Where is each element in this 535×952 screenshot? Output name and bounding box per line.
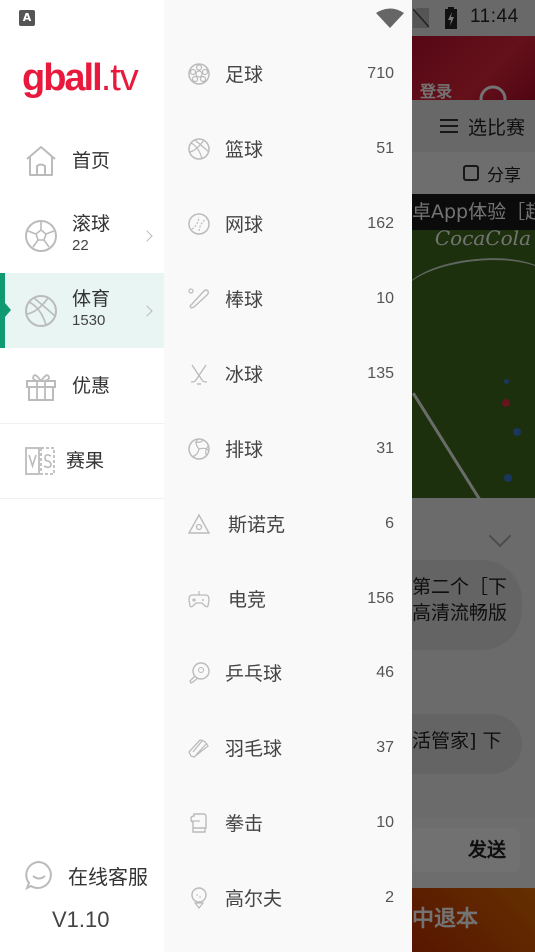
- sport-count: 10: [376, 289, 394, 307]
- tennis-icon: [188, 212, 210, 235]
- sport-item-golf[interactable]: 高尔夫 2: [164, 860, 412, 935]
- status-bar: A 11:44: [0, 0, 535, 36]
- nav-label: 赛果: [66, 449, 105, 472]
- sport-item-tennis[interactable]: 网球 162: [164, 186, 412, 261]
- basketball-icon: [188, 137, 210, 160]
- basketball-icon: [25, 294, 57, 327]
- customer-service-label: 在线客服: [68, 864, 148, 889]
- soccer-icon: [188, 62, 210, 85]
- sports-list-panel: 足球 710 篮球 51 网球 162 棒球 10 冰球 135 排球 31 斯…: [164, 0, 412, 952]
- sport-item-soccer[interactable]: 足球 710: [164, 36, 412, 111]
- sport-label: 篮球: [225, 139, 264, 161]
- nav-label: 体育: [72, 288, 111, 310]
- nav-label: 优惠: [72, 374, 111, 397]
- sport-label: 足球: [225, 64, 264, 86]
- divider: [0, 498, 164, 499]
- sport-label: 棒球: [225, 289, 264, 311]
- sport-label: 高尔夫: [225, 888, 283, 910]
- sport-label: 羽毛球: [225, 738, 283, 760]
- sport-count: 46: [376, 663, 394, 681]
- baseball-bat-icon: [188, 287, 209, 309]
- sport-label: 冰球: [225, 364, 264, 386]
- sport-count: 31: [376, 439, 394, 457]
- sport-item-ice-hockey[interactable]: 冰球 135: [164, 336, 412, 411]
- nav-label: 首页: [72, 149, 111, 172]
- sport-label: 斯诺克: [228, 514, 286, 536]
- sport-label: 拳击: [225, 813, 264, 835]
- boxing-glove-icon: [190, 812, 207, 833]
- sport-count: 710: [367, 64, 394, 82]
- nav-item-home[interactable]: 首页: [0, 123, 164, 198]
- chevron-right-icon: [141, 229, 153, 242]
- nav-count: 1530: [72, 312, 106, 329]
- sport-count: 135: [367, 364, 394, 382]
- hockey-sticks-icon: [190, 364, 208, 385]
- nav-item-results[interactable]: 赛果: [0, 423, 164, 498]
- chevron-right-icon: [141, 304, 153, 317]
- volleyball-icon: [188, 437, 210, 460]
- sport-item-boxing[interactable]: 拳击 10: [164, 785, 412, 860]
- background-app: 登录 注册 选比赛 分享 卓App体验［超 CocaCola 第二个［下 高清流…: [412, 0, 535, 952]
- sport-item-esports[interactable]: 电竞 156: [164, 561, 412, 636]
- logo-text: gball: [22, 57, 103, 99]
- sport-count: 2: [385, 888, 394, 906]
- nav-count: 22: [72, 237, 89, 254]
- vs-icon: [25, 446, 55, 475]
- sport-item-table-tennis[interactable]: 乒乓球 46: [164, 635, 412, 710]
- sport-item-basketball[interactable]: 篮球 51: [164, 111, 412, 186]
- scrim-overlay[interactable]: [412, 0, 535, 952]
- ping-pong-paddle-icon: [189, 661, 210, 684]
- sport-label: 网球: [225, 214, 264, 236]
- soccer-ball-icon: [25, 219, 57, 252]
- sport-count: 6: [385, 514, 394, 532]
- shuttlecock-icon: [188, 738, 209, 758]
- gamepad-icon: [188, 590, 210, 607]
- nav-item-promotions[interactable]: 优惠: [0, 348, 164, 423]
- no-sim-icon: [413, 8, 429, 28]
- nav-item-sports[interactable]: 体育 1530: [0, 273, 164, 348]
- sport-label: 排球: [225, 439, 264, 461]
- battery-charging-icon: [445, 7, 457, 29]
- gift-icon: [26, 373, 56, 401]
- sport-item-snooker[interactable]: 斯诺克 6: [164, 486, 412, 561]
- logo-suffix: .tv: [100, 57, 139, 99]
- nav-item-in-play[interactable]: 滚球 22: [0, 198, 164, 273]
- nav-label: 滚球: [72, 213, 111, 235]
- snooker-triangle-icon: [188, 513, 210, 534]
- sport-count: 37: [376, 738, 394, 756]
- left-nav-drawer: gball.tv 首页 滚球 22 体育 1530 优惠 赛果 在线客服 V1.…: [0, 0, 164, 952]
- sport-count: 156: [367, 589, 394, 607]
- sport-label: 乒乓球: [225, 663, 283, 685]
- gball-logo: gball.tv: [22, 55, 139, 101]
- sport-count: 10: [376, 813, 394, 831]
- sport-count: 51: [376, 139, 394, 157]
- sport-item-volleyball[interactable]: 排球 31: [164, 411, 412, 486]
- app-version: V1.10: [52, 907, 110, 932]
- sport-count: 162: [367, 214, 394, 232]
- chat-bubble-icon: [25, 860, 52, 890]
- clock: 11:44: [470, 6, 519, 27]
- golf-ball-icon: [191, 886, 207, 909]
- sport-item-badminton[interactable]: 羽毛球 37: [164, 710, 412, 785]
- wifi-icon: [376, 8, 404, 28]
- customer-service-button[interactable]: 在线客服: [24, 860, 148, 890]
- accessibility-notification-icon: A: [19, 10, 35, 26]
- sport-label: 电竞: [228, 589, 267, 611]
- home-icon: [26, 145, 56, 176]
- sport-item-baseball[interactable]: 棒球 10: [164, 261, 412, 336]
